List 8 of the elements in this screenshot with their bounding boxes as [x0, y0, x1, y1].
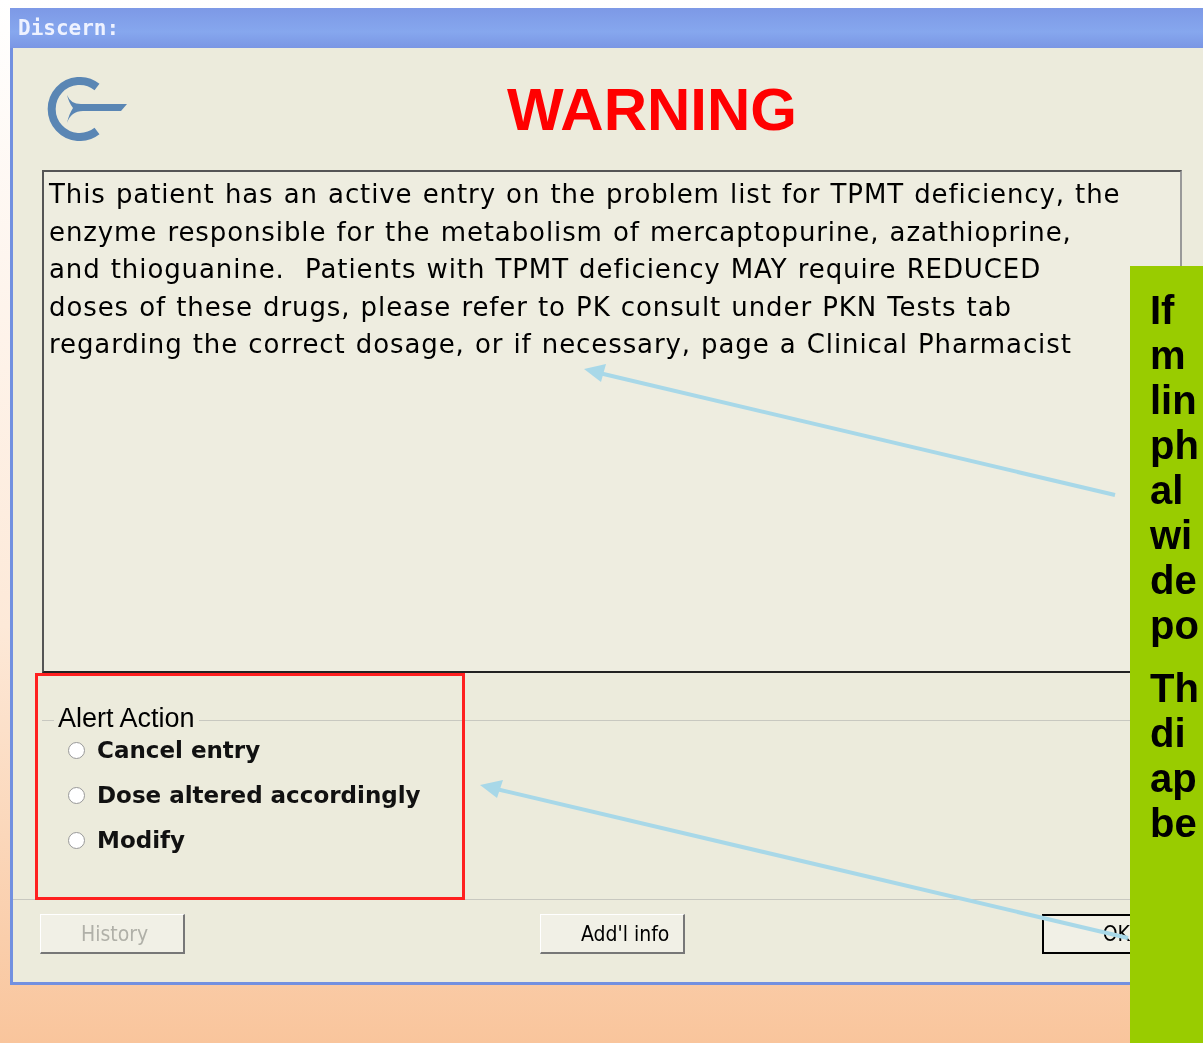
radio-icon[interactable]: [68, 831, 85, 849]
radio-icon[interactable]: [68, 786, 85, 804]
callout-text: Th di ap be: [1150, 666, 1200, 846]
window-title: Discern:: [10, 8, 1203, 48]
callout-text: If m lin ph al wi de po: [1150, 288, 1200, 648]
dialog-button[interactable]: Add'l info: [540, 914, 685, 954]
radio-icon[interactable]: [68, 741, 85, 759]
warning-heading: WARNING: [507, 74, 797, 144]
